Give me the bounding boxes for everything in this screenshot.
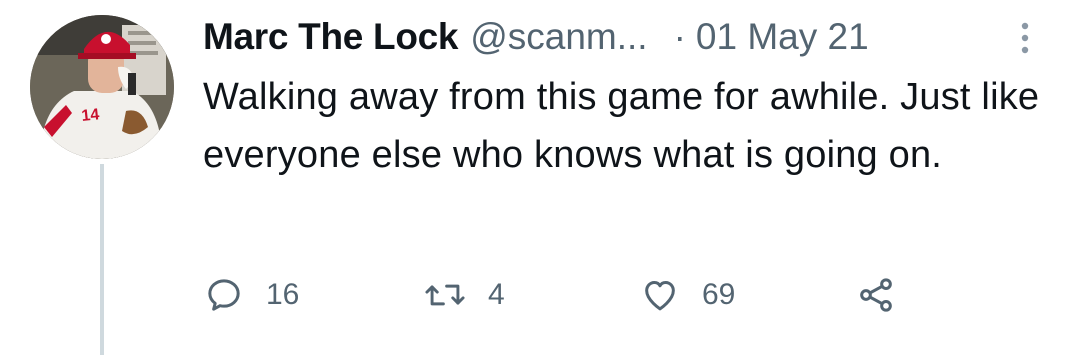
jersey-number: 14 bbox=[81, 106, 101, 125]
reply-icon bbox=[208, 279, 240, 311]
share-icon bbox=[860, 278, 892, 312]
thread-line bbox=[100, 164, 104, 355]
reply-count: 16 bbox=[266, 278, 300, 311]
avatar[interactable]: 14 bbox=[30, 15, 174, 159]
tweet[interactable]: 14 Marc The Lock @scanm... · 01 May 21 W… bbox=[0, 0, 1080, 355]
tweet-actions: 16 4 69 bbox=[200, 272, 960, 318]
header-separator: · bbox=[673, 16, 686, 57]
author-name[interactable]: Marc The Lock bbox=[203, 12, 458, 62]
heart-icon bbox=[645, 281, 675, 311]
more-options-button[interactable] bbox=[1015, 20, 1035, 56]
like-count: 69 bbox=[702, 278, 736, 311]
tweet-text: Walking away from this game for awhile. … bbox=[203, 76, 1040, 176]
avatar-image: 14 bbox=[30, 15, 174, 159]
like-button[interactable]: 69 bbox=[640, 272, 735, 318]
tweet-date[interactable]: 01 May 21 bbox=[696, 12, 869, 62]
more-options-icon bbox=[1021, 22, 1029, 54]
retweet-icon bbox=[425, 284, 465, 306]
tweet-header: Marc The Lock @scanm... · 01 May 21 bbox=[203, 12, 869, 62]
retweet-count: 4 bbox=[488, 278, 505, 311]
reply-button[interactable]: 16 bbox=[204, 272, 299, 318]
author-handle[interactable]: @scanm... bbox=[470, 12, 647, 62]
share-button[interactable] bbox=[856, 272, 896, 318]
retweet-button[interactable]: 4 bbox=[424, 272, 505, 318]
